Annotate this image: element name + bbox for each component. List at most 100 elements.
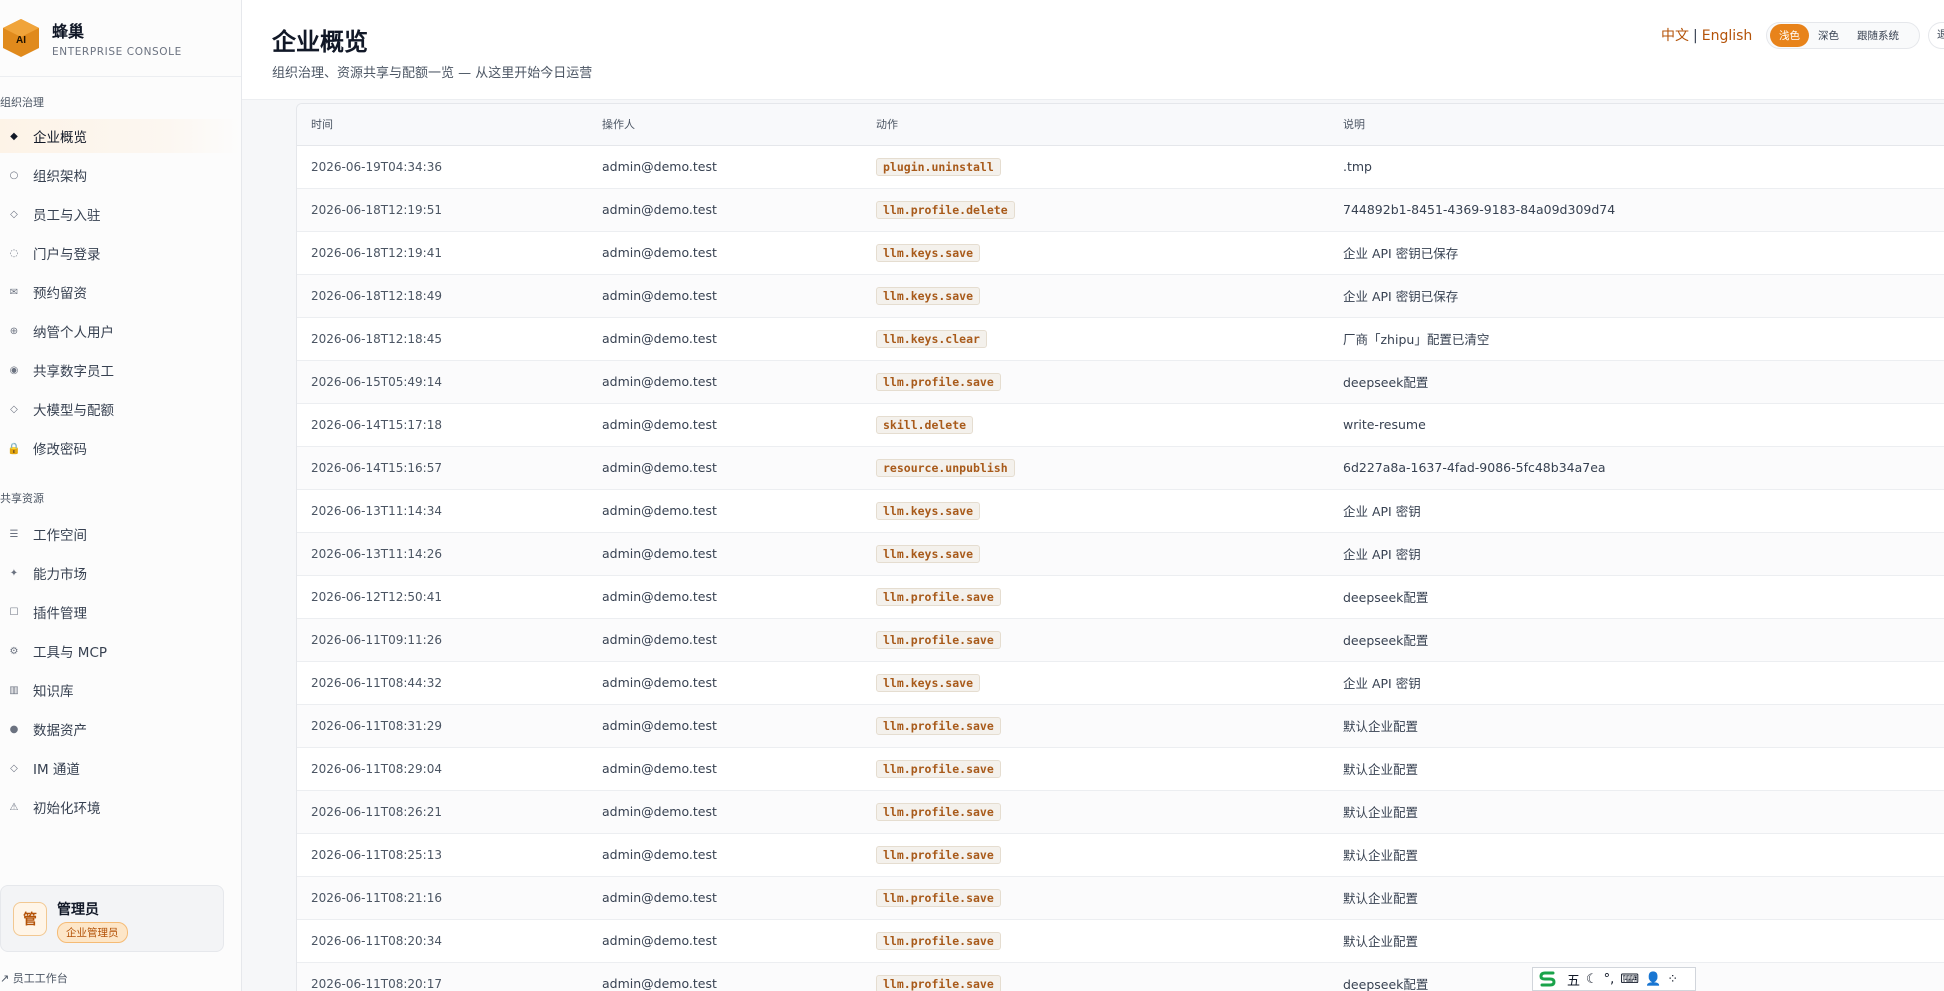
sidebar-item-8[interactable]: ◇ 大模型与配额 xyxy=(0,392,241,426)
cell-description: 企业 API 密钥已保存 xyxy=(1329,274,1944,318)
sidebar-item-10[interactable]: ☰ 工作空间 xyxy=(0,517,241,551)
table-row: 2026-06-13T11:14:34 admin@demo.test llm.ke… xyxy=(297,489,1944,533)
action-code: llm.profile.save xyxy=(876,974,1001,991)
cell-action: llm.profile.delete xyxy=(862,188,1329,232)
sidebar-item-7[interactable]: ◉ 共享数字员工 xyxy=(0,353,241,387)
punctuation-icon[interactable]: °, xyxy=(1604,972,1615,987)
cell-actor: admin@demo.test xyxy=(588,274,862,318)
sidebar-item-label: 门户与登录 xyxy=(33,247,101,263)
theme-toggle: 浅色 深色 跟随系统 xyxy=(1766,22,1920,49)
apps-icon[interactable]: ⁘ xyxy=(1667,972,1678,987)
sidebar-item-label: 工作空间 xyxy=(33,528,87,544)
cell-action: plugin.uninstall xyxy=(862,145,1329,189)
sidebar-item-14[interactable]: ▥ 知识库 xyxy=(0,673,241,707)
cell-time: 2026-06-15T05:49:14 xyxy=(297,360,588,404)
employee-workbench-link[interactable]: ↗ 员工工作台 xyxy=(0,970,68,986)
cell-time: 2026-06-11T08:20:17 xyxy=(297,962,588,991)
cell-actor: admin@demo.test xyxy=(588,661,862,705)
table-row: 2026-06-11T08:20:17 admin@demo.test llm.pr… xyxy=(297,962,1944,991)
cell-time: 2026-06-18T12:19:41 xyxy=(297,231,588,275)
action-code: llm.profile.save xyxy=(876,587,1001,606)
cell-action: llm.profile.save xyxy=(862,575,1329,619)
sidebar-item-3[interactable]: ◇ 员工与入驻 xyxy=(0,197,241,231)
table-row: 2026-06-18T12:18:49 admin@demo.test llm.ke… xyxy=(297,274,1944,318)
column-header-description: 说明 xyxy=(1329,104,1944,146)
lang-zh-link[interactable]: 中文 xyxy=(1661,28,1689,44)
sidebar-item-label: 知识库 xyxy=(33,684,74,700)
cell-description: 默认企业配置 xyxy=(1329,876,1944,920)
ime-mode-indicator[interactable]: 五 xyxy=(1567,970,1580,989)
action-code: llm.keys.save xyxy=(876,501,981,520)
sidebar-item-label: 工具与 MCP xyxy=(33,645,108,661)
cell-description: 企业 API 密钥 xyxy=(1329,489,1944,533)
cell-time: 2026-06-19T04:34:36 xyxy=(297,145,588,189)
sidebar-item-label: 修改密码 xyxy=(33,442,87,458)
role-badge: 企业管理员 xyxy=(57,922,128,943)
table-row: 2026-06-11T08:25:13 admin@demo.test llm.pr… xyxy=(297,833,1944,877)
action-code: llm.keys.clear xyxy=(876,329,987,348)
cell-description: write-resume xyxy=(1329,403,1944,447)
sidebar-item-label: 企业概览 xyxy=(33,130,87,146)
mail-icon: ✉ xyxy=(9,286,19,298)
cell-description: 厂商「zhipu」配置已清空 xyxy=(1329,317,1944,361)
sidebar-item-11[interactable]: ✦ 能力市场 xyxy=(0,556,241,590)
sidebar-item-6[interactable]: ⊕ 纳管个人用户 xyxy=(0,314,241,348)
sidebar-item-15[interactable]: ● 数据资产 xyxy=(0,712,241,746)
sidebar-item-12[interactable]: ☐ 插件管理 xyxy=(0,595,241,629)
cell-actor: admin@demo.test xyxy=(588,833,862,877)
user-name: 管理员 xyxy=(57,902,99,918)
ring-icon: ◌ xyxy=(9,247,19,259)
sidebar-item-5[interactable]: ✉ 预约留资 xyxy=(0,275,241,309)
cell-time: 2026-06-11T08:44:32 xyxy=(297,661,588,705)
user-icon[interactable]: 👤 xyxy=(1645,972,1661,987)
cell-description: 默认企业配置 xyxy=(1329,833,1944,877)
brand-logo-text: AI xyxy=(16,35,26,46)
cell-actor: admin@demo.test xyxy=(588,188,862,232)
action-code: llm.keys.save xyxy=(876,673,981,692)
theme-light-button[interactable]: 浅色 xyxy=(1770,24,1809,47)
cell-action: llm.profile.save xyxy=(862,833,1329,877)
sidebar-item-2[interactable]: ○ 组织架构 xyxy=(0,158,241,192)
cell-description: deepseek配置 xyxy=(1329,618,1944,662)
sidebar-item-16[interactable]: ◇ IM 通道 xyxy=(0,751,241,785)
table-row: 2026-06-12T12:50:41 admin@demo.test llm.pr… xyxy=(297,575,1944,619)
dot-icon: ● xyxy=(9,723,19,735)
gear-icon: ⚙ xyxy=(9,645,19,657)
lang-en-link[interactable]: English xyxy=(1702,28,1753,44)
moon-icon[interactable]: ☾ xyxy=(1586,972,1598,987)
sidebar-item-13[interactable]: ⚙ 工具与 MCP xyxy=(0,634,241,668)
sidebar-item-17[interactable]: ⚠ 初始化环境 xyxy=(0,790,241,824)
small-diamond-icon: ◇ xyxy=(10,208,18,220)
cell-actor: admin@demo.test xyxy=(588,317,862,361)
sogou-logo-icon[interactable] xyxy=(1535,968,1561,990)
keyboard-icon[interactable]: ⌨ xyxy=(1620,972,1639,987)
sidebar: AI 蜂巢 ENTERPRISE CONSOLE 组织治理 共享资源 ◆ 企业概览 ○ 组… xyxy=(0,0,242,991)
action-code: llm.profile.save xyxy=(876,802,1001,821)
theme-dark-button[interactable]: 深色 xyxy=(1809,24,1848,47)
cell-actor: admin@demo.test xyxy=(588,145,862,189)
sidebar-item-4[interactable]: ◌ 门户与登录 xyxy=(0,236,241,270)
sidebar-item-9[interactable]: 🔒 修改密码 xyxy=(0,431,241,465)
cell-actor: admin@demo.test xyxy=(588,876,862,920)
lock-icon: 🔒 xyxy=(7,441,21,455)
brand-subtitle: ENTERPRISE CONSOLE xyxy=(52,46,182,58)
logout-button[interactable]: 退 xyxy=(1928,22,1944,49)
cell-description: 企业 API 密钥 xyxy=(1329,661,1944,705)
cell-action: llm.profile.save xyxy=(862,747,1329,791)
user-card[interactable]: 管 管理员 企业管理员 xyxy=(0,885,224,952)
cell-time: 2026-06-11T08:20:34 xyxy=(297,919,588,963)
sidebar-item-1[interactable]: ◆ 企业概览 xyxy=(0,119,241,153)
app-root: AI 蜂巢 ENTERPRISE CONSOLE 组织治理 共享资源 ◆ 企业概览 ○ 组… xyxy=(0,0,1944,991)
brand: AI 蜂巢 ENTERPRISE CONSOLE xyxy=(0,0,241,77)
cell-action: llm.profile.save xyxy=(862,876,1329,920)
cell-action: llm.keys.save xyxy=(862,231,1329,275)
sidebar-item-label: 数据资产 xyxy=(33,723,87,739)
cell-description: 企业 API 密钥已保存 xyxy=(1329,231,1944,275)
lang-separator: | xyxy=(1693,28,1698,44)
action-code: llm.profile.save xyxy=(876,845,1001,864)
cell-action: llm.profile.save xyxy=(862,704,1329,748)
cell-actor: admin@demo.test xyxy=(588,575,862,619)
theme-system-button[interactable]: 跟随系统 xyxy=(1848,24,1908,47)
table-row: 2026-06-15T05:49:14 admin@demo.test llm.pr… xyxy=(297,360,1944,404)
table-row: 2026-06-11T08:26:21 admin@demo.test llm.pr… xyxy=(297,790,1944,834)
